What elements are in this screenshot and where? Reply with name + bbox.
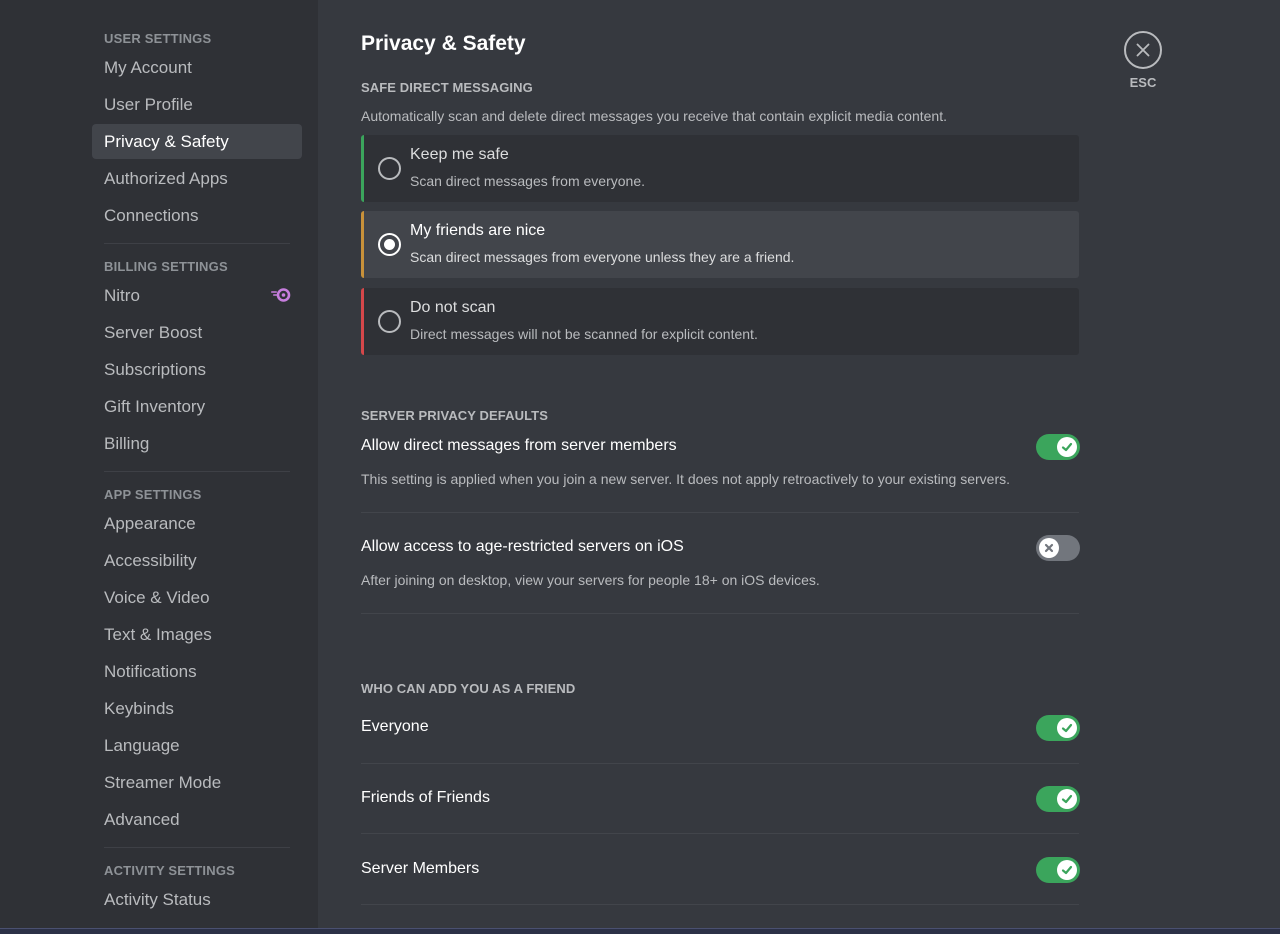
sidebar-divider (104, 847, 290, 848)
x-icon (1044, 543, 1054, 553)
radio-button[interactable] (378, 157, 401, 180)
sidebar-header-activity-settings: ACTIVITY SETTINGS (104, 863, 236, 878)
sidebar-item-authorized-apps[interactable]: Authorized Apps (92, 161, 302, 196)
sidebar-item-gift-inventory[interactable]: Gift Inventory (92, 389, 302, 424)
sidebar-item-my-account[interactable]: My Account (92, 50, 302, 85)
sidebar-item-label: Nitro (104, 286, 140, 305)
toggle-knob (1057, 437, 1077, 457)
safe-dm-description: Automatically scan and delete direct mes… (361, 108, 947, 124)
close-icon (1136, 43, 1150, 57)
divider (361, 904, 1079, 905)
radio-option-keep-me-safe[interactable]: Keep me safe Scan direct messages from e… (361, 135, 1079, 202)
nitro-icon (271, 288, 291, 302)
settings-content: Privacy & Safety SAFE DIRECT MESSAGING A… (318, 0, 1280, 934)
radio-option-title: My friends are nice (410, 222, 546, 239)
sidebar-header-billing-settings: BILLING SETTINGS (104, 259, 228, 274)
setting-title-age-restricted: Allow access to age-restricted servers o… (361, 538, 684, 555)
sidebar-item-notifications[interactable]: Notifications (92, 654, 302, 689)
radio-button[interactable] (378, 310, 401, 333)
sidebar-item-user-profile[interactable]: User Profile (92, 87, 302, 122)
sidebar-item-streamer-mode[interactable]: Streamer Mode (92, 765, 302, 800)
sidebar-header-app-settings: APP SETTINGS (104, 487, 202, 502)
sidebar-item-accessibility[interactable]: Accessibility (92, 543, 302, 578)
toggle-friends-of-friends[interactable] (1036, 786, 1080, 812)
divider (361, 512, 1079, 513)
setting-title-friends-of-friends: Friends of Friends (361, 789, 490, 806)
sidebar-item-billing[interactable]: Billing (92, 426, 302, 461)
section-header-server-privacy: SERVER PRIVACY DEFAULTS (361, 408, 548, 423)
radio-dot (384, 239, 395, 250)
toggle-allow-dms[interactable] (1036, 434, 1080, 460)
radio-option-subtitle: Scan direct messages from everyone unles… (410, 249, 795, 265)
sidebar-item-language[interactable]: Language (92, 728, 302, 763)
toggle-everyone[interactable] (1036, 715, 1080, 741)
settings-sidebar: USER SETTINGS My Account User Profile Pr… (0, 0, 318, 934)
toggle-knob (1057, 718, 1077, 738)
setting-title-everyone: Everyone (361, 718, 429, 735)
sidebar-nav: USER SETTINGS My Account User Profile Pr… (92, 28, 302, 919)
sidebar-item-voice-video[interactable]: Voice & Video (92, 580, 302, 615)
check-icon (1061, 723, 1073, 733)
check-icon (1061, 865, 1073, 875)
radio-option-do-not-scan[interactable]: Do not scan Direct messages will not be … (361, 288, 1079, 355)
divider (361, 613, 1079, 614)
check-icon (1061, 794, 1073, 804)
sidebar-item-connections[interactable]: Connections (92, 198, 302, 233)
sidebar-item-privacy-safety[interactable]: Privacy & Safety (92, 124, 302, 159)
esc-label: ESC (1129, 75, 1157, 90)
setting-description-allow-dms: This setting is applied when you join a … (361, 471, 1010, 487)
check-icon (1061, 442, 1073, 452)
privacy-safety-panel: Privacy & Safety SAFE DIRECT MESSAGING A… (361, 30, 1080, 905)
setting-title-server-members: Server Members (361, 860, 480, 877)
sidebar-item-nitro[interactable]: Nitro (92, 278, 302, 313)
close-settings: ESC (1123, 31, 1163, 90)
sidebar-divider (104, 471, 290, 472)
radio-option-subtitle: Scan direct messages from everyone. (410, 173, 645, 189)
sidebar-item-keybinds[interactable]: Keybinds (92, 691, 302, 726)
setting-title-allow-dms: Allow direct messages from server member… (361, 437, 677, 454)
sidebar-item-subscriptions[interactable]: Subscriptions (92, 352, 302, 387)
close-button[interactable] (1124, 31, 1162, 69)
sidebar-item-appearance[interactable]: Appearance (92, 506, 302, 541)
toggle-knob (1057, 860, 1077, 880)
divider (361, 763, 1079, 764)
sidebar-header-user-settings: USER SETTINGS (104, 31, 212, 46)
setting-description-age-restricted: After joining on desktop, view your serv… (361, 572, 820, 588)
radio-option-friends-are-nice[interactable]: My friends are nice Scan direct messages… (361, 211, 1079, 278)
sidebar-item-activity-status[interactable]: Activity Status (92, 882, 302, 917)
window-bottom-edge (0, 928, 1280, 934)
sidebar-divider (104, 243, 290, 244)
sidebar-item-advanced[interactable]: Advanced (92, 802, 302, 837)
radio-option-title: Do not scan (410, 299, 496, 316)
divider (361, 833, 1079, 834)
radio-button-selected[interactable] (378, 233, 401, 256)
toggle-knob (1039, 538, 1059, 558)
section-header-safe-dm: SAFE DIRECT MESSAGING (361, 80, 533, 95)
toggle-age-restricted[interactable] (1036, 535, 1080, 561)
radio-option-title: Keep me safe (410, 146, 509, 163)
toggle-server-members[interactable] (1036, 857, 1080, 883)
toggle-knob (1057, 789, 1077, 809)
page-title: Privacy & Safety (361, 32, 526, 55)
sidebar-item-server-boost[interactable]: Server Boost (92, 315, 302, 350)
sidebar-item-text-images[interactable]: Text & Images (92, 617, 302, 652)
section-header-friend-requests: WHO CAN ADD YOU AS A FRIEND (361, 681, 576, 696)
radio-option-subtitle: Direct messages will not be scanned for … (410, 326, 758, 342)
